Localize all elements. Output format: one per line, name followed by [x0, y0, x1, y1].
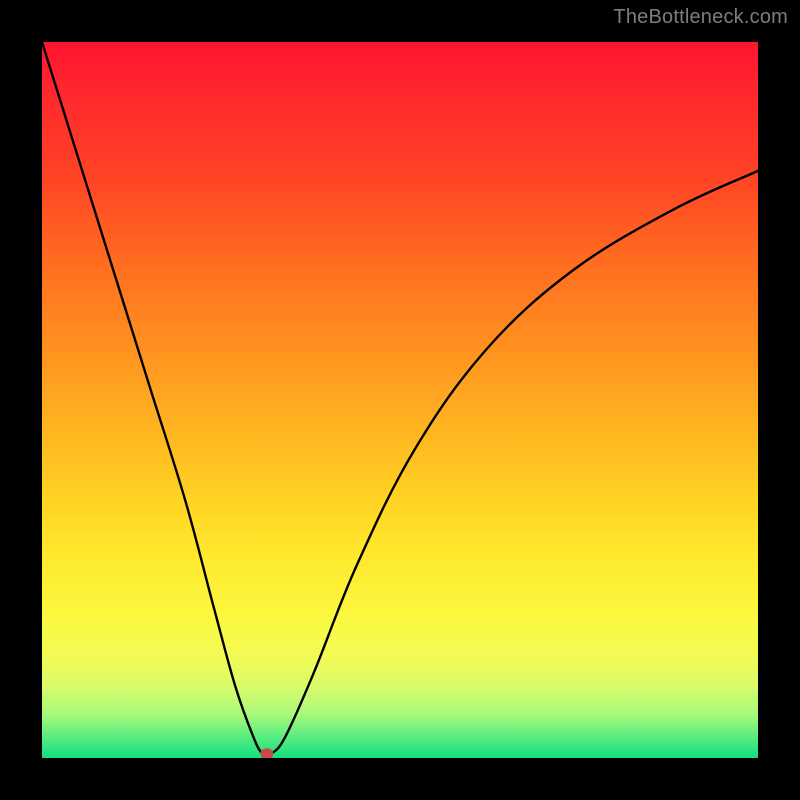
curve-svg	[42, 42, 758, 758]
plot-area	[42, 42, 758, 758]
chart-frame: TheBottleneck.com	[0, 0, 800, 800]
watermark-text: TheBottleneck.com	[613, 6, 788, 29]
bottleneck-curve	[42, 42, 758, 756]
minimum-marker	[260, 748, 273, 758]
